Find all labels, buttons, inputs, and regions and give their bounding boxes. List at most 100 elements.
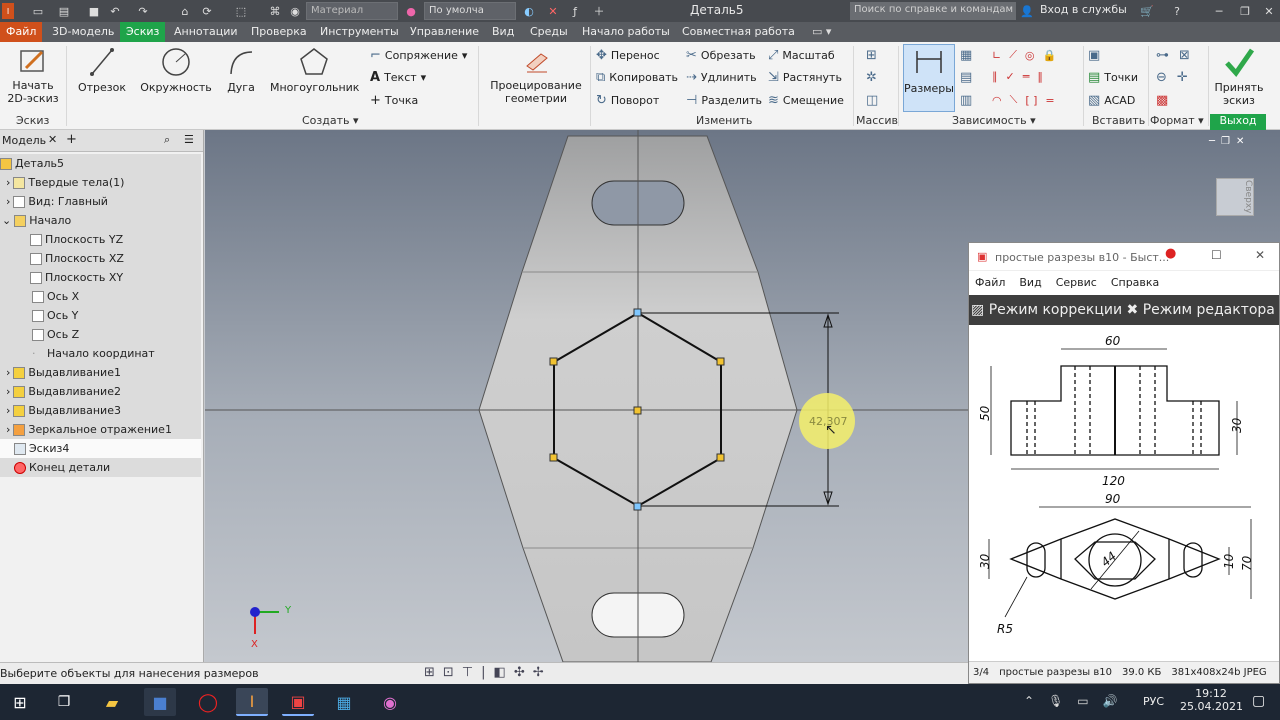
horizontal-icon[interactable]: ═	[1023, 70, 1030, 83]
project-geometry-button[interactable]: Проецирование геометрии	[486, 46, 586, 105]
grid-icon[interactable]: ⊞	[424, 665, 435, 680]
construction-icon[interactable]: ⊶	[1156, 48, 1169, 63]
accept-sketch-button[interactable]: Принять эскиз	[1212, 46, 1266, 107]
expand-icon[interactable]: ›	[6, 366, 10, 379]
photo-viewer-icon[interactable]: ▣	[282, 688, 314, 716]
snap-icon[interactable]: ⊡	[443, 665, 454, 680]
chevron-up-icon[interactable]: ⌃	[1024, 694, 1034, 708]
menu-help[interactable]: Справка	[1111, 276, 1159, 289]
photo-viewer-window[interactable]: ▣ простые разрезы в10 - Быст... ● ☐ ✕ Фа…	[968, 242, 1280, 684]
restore-icon[interactable]: ❐	[1238, 3, 1252, 19]
group-create-label[interactable]: Создать ▾	[302, 114, 359, 127]
sketch-point[interactable]	[549, 357, 558, 366]
move-button[interactable]: ✥ Перенос	[596, 48, 660, 63]
tab-tools[interactable]: Инструменты	[314, 22, 405, 42]
group-format-label[interactable]: Формат ▾	[1150, 114, 1204, 127]
help-icon[interactable]: ?	[1170, 3, 1184, 19]
rect-pattern-button[interactable]: ⊞	[866, 48, 877, 63]
tab-get-started[interactable]: Начало работы	[576, 22, 676, 42]
minimize-icon[interactable]: ─	[1212, 3, 1226, 19]
tab-manage[interactable]: Управление	[404, 22, 485, 42]
recorder-icon[interactable]: ▦	[328, 688, 360, 716]
browser-item-mirror1[interactable]: › Зеркальное отражение1	[0, 420, 201, 439]
copy-button[interactable]: ⧉ Копировать	[596, 70, 678, 85]
arc-button[interactable]: Дуга	[220, 46, 262, 94]
task-view-icon[interactable]: ❐	[48, 688, 80, 716]
arrows-icon[interactable]: ✣	[514, 665, 525, 680]
dimension-icon[interactable]: ⊤	[462, 665, 473, 680]
insert-image-button[interactable]: ▣	[1088, 48, 1100, 63]
undo-icon[interactable]: ↶	[108, 3, 122, 19]
circle-button[interactable]: Окружность	[140, 46, 212, 94]
browser-item-axis-z[interactable]: Ось Z	[0, 325, 201, 344]
circ-pattern-button[interactable]: ✲	[866, 70, 877, 85]
browser-item-sketch4[interactable]: Эскиз4	[0, 439, 201, 458]
fillet-button[interactable]: ⌐ Сопряжение ▾	[370, 48, 467, 63]
user-icon[interactable]: 👤	[1020, 3, 1034, 19]
scale-button[interactable]: ⤢ Масштаб	[768, 48, 835, 63]
new-file-icon[interactable]: ▭	[30, 3, 46, 19]
view-cube[interactable]: Сверху	[1216, 178, 1254, 216]
sketch-point[interactable]	[716, 453, 725, 462]
close-icon[interactable]: ✕	[1262, 3, 1276, 19]
polygon-button[interactable]: Многоугольник	[270, 46, 359, 94]
stretch-button[interactable]: ⇲ Растянуть	[768, 70, 842, 85]
style-combo[interactable]: По умолча	[424, 2, 516, 20]
mic-icon[interactable]: 🎙	[1048, 694, 1063, 708]
update-icon[interactable]: ⟳	[200, 3, 214, 19]
expand-icon[interactable]: ›	[6, 195, 10, 208]
expand-icon[interactable]: ›	[6, 385, 10, 398]
adjust-icon[interactable]: ◐	[522, 3, 536, 19]
volume-icon[interactable]: 🔊	[1103, 694, 1118, 708]
redo-icon[interactable]: ↷	[136, 3, 150, 19]
expand-icon[interactable]: ›	[6, 423, 10, 436]
sketch-point[interactable]	[633, 502, 642, 511]
acad-button[interactable]: ▧ ACAD	[1088, 93, 1135, 108]
browser-tab-model[interactable]: Модель	[2, 134, 46, 147]
sketch-point[interactable]	[633, 308, 642, 317]
split-button[interactable]: ⊣ Разделить	[686, 93, 762, 108]
browser-item-origin[interactable]: ⌄ Начало	[0, 211, 201, 230]
menu-service[interactable]: Сервис	[1056, 276, 1097, 289]
symmetric-icon[interactable]: [ ]	[1025, 94, 1037, 107]
group-constrain-label[interactable]: Зависимость ▾	[952, 114, 1036, 127]
appearance-icon[interactable]: ◉	[288, 3, 302, 19]
search-icon[interactable]: ⌕	[164, 133, 170, 147]
expand-icon[interactable]: ›	[6, 404, 10, 417]
collinear-icon[interactable]: ⟍	[1010, 93, 1018, 107]
tab-file[interactable]: Файл	[0, 22, 43, 42]
expand-icon[interactable]: ›	[6, 176, 10, 189]
menu-view[interactable]: Вид	[1019, 276, 1041, 289]
formula-icon[interactable]: ƒ	[568, 3, 582, 19]
offset-button[interactable]: ≋ Смещение	[768, 93, 844, 108]
center-point-icon[interactable]: ✛	[1177, 70, 1188, 85]
point-button[interactable]: + Точка	[370, 93, 418, 108]
tab-collaborate[interactable]: Совместная работа	[676, 22, 801, 42]
browser-item-axis-y[interactable]: Ось Y	[0, 306, 201, 325]
cube-icon[interactable]: ◧	[494, 665, 506, 680]
coincident-icon[interactable]: ∟	[992, 49, 1001, 62]
tab-environments[interactable]: Среды	[524, 22, 574, 42]
show-format-icon[interactable]: ⊠	[1179, 48, 1190, 63]
collapse-icon[interactable]: ⌄	[2, 214, 11, 227]
driven-dimension-icon[interactable]: ▩	[1156, 93, 1168, 108]
tab-sketch[interactable]: Эскиз	[120, 22, 166, 42]
browser-item-plane-xz[interactable]: Плоскость XZ	[0, 249, 201, 268]
centerline-icon[interactable]: ⊖	[1156, 70, 1167, 85]
tab-annotate[interactable]: Аннотации	[168, 22, 244, 42]
clock[interactable]: 19:12 25.04.2021	[1180, 687, 1243, 713]
help-search-input[interactable]: Поиск по справке и командам	[850, 2, 1016, 20]
relax-button[interactable]: ▥	[960, 93, 972, 108]
browser-item-extrude2[interactable]: › Выдавливание2	[0, 382, 201, 401]
sketch-point[interactable]	[716, 357, 725, 366]
select-icon[interactable]: ⬚	[234, 3, 248, 19]
tab-inspect[interactable]: Проверка	[245, 22, 313, 42]
browser-item-plane-xy[interactable]: Плоскость XY	[0, 268, 201, 287]
line-button[interactable]: Отрезок	[74, 46, 130, 94]
browser-item-solid-bodies[interactable]: › Твердые тела(1)	[0, 173, 201, 192]
browser-item-axis-x[interactable]: Ось X	[0, 287, 201, 306]
maximize-icon[interactable]: ☐	[1211, 248, 1222, 262]
language-indicator[interactable]: РУС	[1143, 695, 1164, 708]
concentric-icon[interactable]: ◎	[1025, 49, 1035, 62]
browser-item-extrude1[interactable]: › Выдавливание1	[0, 363, 201, 382]
